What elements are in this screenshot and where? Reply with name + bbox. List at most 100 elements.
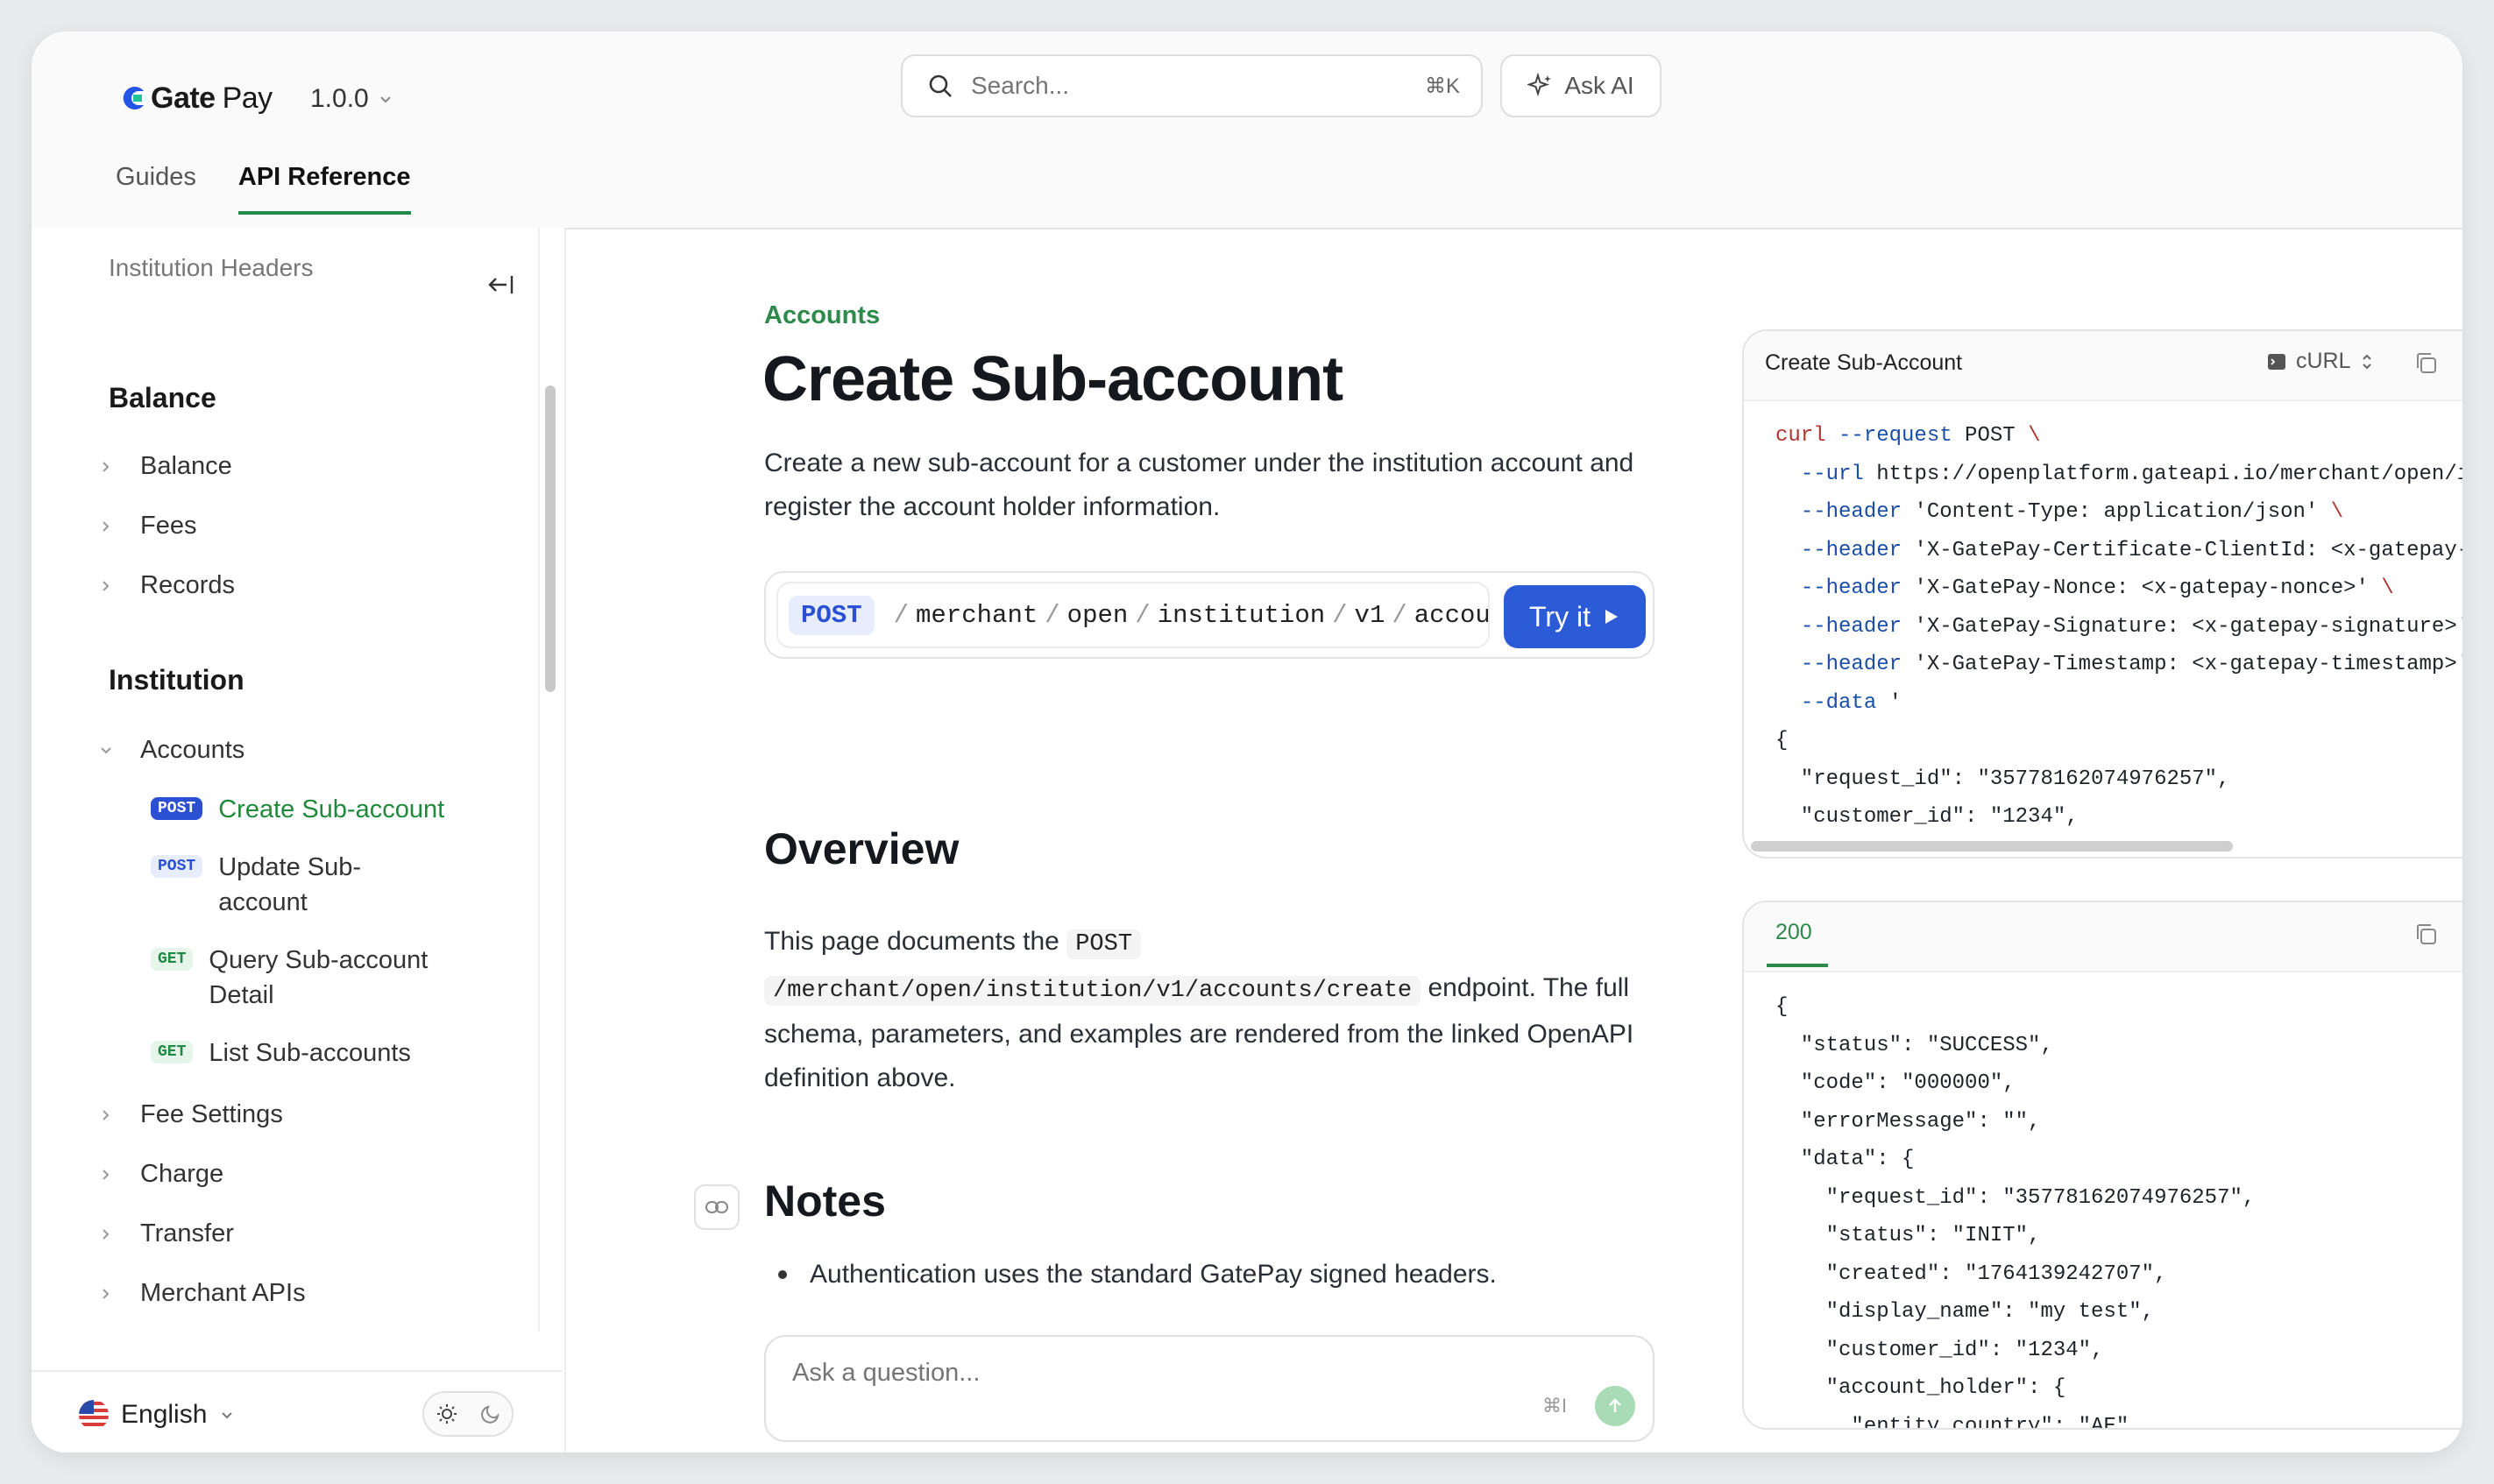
response-code-panel: 200 { "status": "SUCCESS", "code": "0000… xyxy=(1742,901,2462,1430)
chevron-right-icon xyxy=(103,462,110,472)
code-line: "code": "000000", xyxy=(1775,1071,2016,1095)
sidebar-item-label: Charge xyxy=(140,1160,224,1188)
code-language-selector[interactable]: cURL xyxy=(2266,349,2374,374)
inline-code: /merchant/open/institution/v1/accounts/c… xyxy=(764,976,1421,1006)
endpoint-path: /merchant/open/institution/v1/accounts xyxy=(887,600,1488,630)
inline-code: POST xyxy=(1066,929,1142,959)
code-horizontal-scrollbar[interactable] xyxy=(1751,841,2233,852)
theme-toggle[interactable] xyxy=(422,1391,514,1437)
endpoint-path-box[interactable]: POST / merchant / open / institution / v1/accou… xyxy=(776,582,1490,648)
breadcrumb[interactable]: Accounts xyxy=(764,301,880,330)
sidebar-item-accounts[interactable]: Accounts xyxy=(101,736,244,765)
version-selector[interactable]: 1.0.0 xyxy=(310,84,393,114)
code-line: "status": "INIT", xyxy=(1775,1224,2041,1247)
top-tabs: Guides API Reference xyxy=(116,163,411,215)
version-label: 1.0.0 xyxy=(310,84,369,113)
gate-logo-icon xyxy=(123,87,144,110)
search-input[interactable] xyxy=(969,71,1425,101)
code-line: --header 'X-GatePay-Timestamp: <x-gatepa… xyxy=(1800,653,2462,676)
path-segment: open xyxy=(1066,600,1129,630)
collapse-sidebar-icon[interactable] xyxy=(487,272,517,298)
sidebar-item-update-sub-account[interactable]: POST Update Sub-account xyxy=(151,850,519,920)
code-line: --header 'Content-Type: application/json… xyxy=(1800,500,2344,524)
code-line: "status": "SUCCESS", xyxy=(1775,1033,2053,1057)
sidebar-item-label: Balance xyxy=(140,452,232,480)
code-language-label: cURL xyxy=(2296,349,2351,373)
sidebar-item-fee-settings[interactable]: Fee Settings xyxy=(103,1100,283,1129)
language-selector[interactable]: English xyxy=(79,1400,235,1430)
ask-question-input[interactable] xyxy=(790,1358,1407,1389)
overview-paragraph: This page documents the POST /merchant/o… xyxy=(764,927,1634,1092)
play-icon xyxy=(1605,610,1618,624)
ask-ai-label: Ask AI xyxy=(1564,72,1634,99)
path-segment: merchant xyxy=(916,600,1038,630)
sidebar-item-transfer[interactable]: Transfer xyxy=(103,1219,234,1248)
code-line: --url https://openplatform.gateapi.io/me… xyxy=(1800,462,2462,486)
method-badge: POST xyxy=(789,595,875,635)
sidebar-item-fees[interactable]: Fees xyxy=(103,512,196,541)
overview-heading: Overview xyxy=(764,824,960,873)
sidebar: Institution Headers Balance Balance Fees… xyxy=(32,228,566,1452)
ask-question-box[interactable]: ⌘I xyxy=(764,1335,1654,1442)
copy-icon[interactable] xyxy=(2413,350,2440,377)
code-line: "customer_id": "1234", xyxy=(1775,1338,2104,1362)
us-flag-icon xyxy=(79,1400,109,1430)
sidebar-item-label: Create Sub-account xyxy=(218,795,445,823)
method-badge: POST xyxy=(151,855,203,878)
code-line: "created": "1764139242707", xyxy=(1775,1261,2167,1286)
tab-guides[interactable]: Guides xyxy=(116,163,196,215)
send-button[interactable] xyxy=(1595,1386,1635,1426)
chevron-down-icon xyxy=(380,96,391,103)
sidebar-item-list-sub-accounts[interactable]: GET List Sub-accounts xyxy=(151,1035,519,1071)
search-icon xyxy=(929,74,952,97)
code-line: --data ' xyxy=(1800,690,1902,715)
logo-main-text: Gate xyxy=(151,81,216,115)
chevron-right-icon xyxy=(103,1289,110,1299)
page-description: Create a new sub-account for a customer … xyxy=(764,449,1634,521)
code-line: curl --request POST \ xyxy=(1775,424,2041,448)
try-it-button[interactable]: Try it xyxy=(1504,585,1646,648)
chevron-down-icon xyxy=(101,747,111,754)
sidebar-item-label: Query Sub-account Detail xyxy=(209,946,429,1009)
link-anchor-button[interactable] xyxy=(694,1184,740,1230)
chevron-right-icon xyxy=(103,1110,110,1120)
search-shortcut: ⌘K xyxy=(1424,74,1460,98)
sidebar-item-create-sub-account[interactable]: POST Create Sub-account xyxy=(151,792,519,827)
sidebar-item-label: Merchant APIs xyxy=(140,1279,306,1307)
code-line: "entity_country": "AE", xyxy=(1775,1414,2142,1430)
chevron-right-icon xyxy=(103,581,110,591)
link-icon xyxy=(705,1201,728,1213)
logo-sub-text: Pay xyxy=(222,81,273,115)
sidebar-item-label: Fee Settings xyxy=(140,1100,283,1128)
sidebar-item-records[interactable]: Records xyxy=(103,571,235,600)
response-code-block[interactable]: { "status": "SUCCESS", "code": "000000",… xyxy=(1744,972,2462,1430)
search-box[interactable]: ⌘K xyxy=(901,54,1483,117)
method-badge: GET xyxy=(151,948,194,971)
gate-pay-logo[interactable]: Gate Pay xyxy=(117,70,273,126)
ask-ai-button[interactable]: Ask AI xyxy=(1500,54,1661,117)
sidebar-item-merchant-apis[interactable]: Merchant APIs xyxy=(103,1279,306,1308)
sparkle-icon xyxy=(1527,73,1552,97)
code-line: "request_id": "35778162074976257", xyxy=(1775,1185,2256,1210)
copy-icon[interactable] xyxy=(2413,922,2440,948)
code-line: --header 'X-GatePay-Signature: <x-gatepa… xyxy=(1800,614,2462,639)
sidebar-item-label: Records xyxy=(140,571,235,599)
sun-icon[interactable] xyxy=(436,1403,458,1425)
sidebar-scrollbar[interactable] xyxy=(545,385,556,692)
code-line: { xyxy=(1775,729,1789,753)
moon-icon[interactable] xyxy=(480,1403,501,1424)
code-line: "customer_id": "1234", xyxy=(1775,805,2079,829)
group-title-institution: Institution xyxy=(109,664,244,696)
sidebar-item-label: List Sub-accounts xyxy=(209,1039,411,1067)
sidebar-item-balance[interactable]: Balance xyxy=(103,452,232,481)
request-code-block[interactable]: curl --request POST \ --url https://open… xyxy=(1744,401,2462,837)
code-line: --header 'X-GatePay-Certificate-ClientId… xyxy=(1800,538,2462,562)
sidebar-item-institution-headers[interactable]: Institution Headers xyxy=(109,254,313,282)
code-line: "data": { xyxy=(1775,1148,1915,1171)
chevron-down-icon xyxy=(222,1412,233,1419)
response-status-tab[interactable]: 200 xyxy=(1775,920,1812,945)
sidebar-item-charge[interactable]: Charge xyxy=(103,1160,224,1189)
code-line: "display_name": "my test", xyxy=(1775,1300,2155,1324)
sidebar-item-query-sub-account[interactable]: GET Query Sub-account Detail xyxy=(151,943,519,1013)
tab-api-reference[interactable]: API Reference xyxy=(237,163,411,215)
